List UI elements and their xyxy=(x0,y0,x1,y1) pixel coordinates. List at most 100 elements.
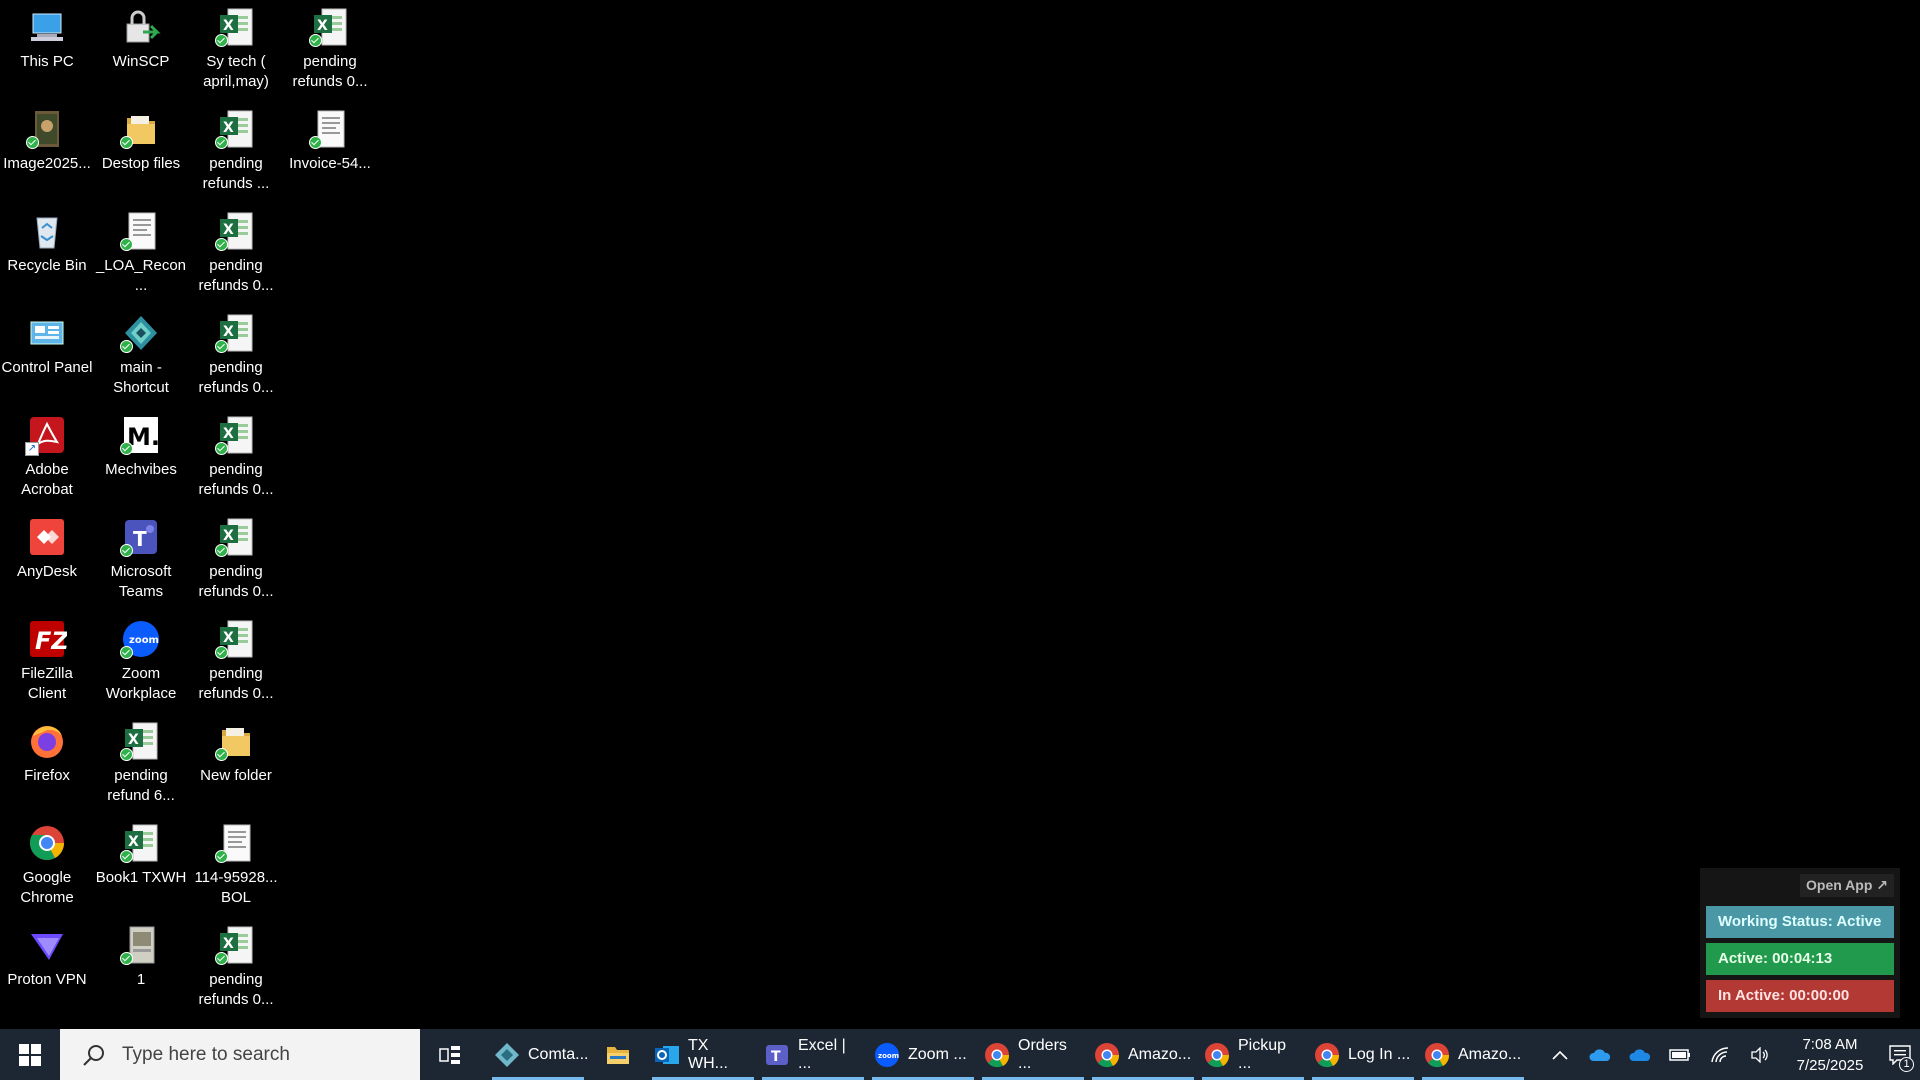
svg-text:X: X xyxy=(223,222,234,238)
taskbar-app-chrome-orders[interactable]: Orders ... xyxy=(978,1029,1088,1080)
desktop-icon-image2025[interactable]: Image2025... xyxy=(0,102,94,202)
show-hidden-icons-button[interactable] xyxy=(1540,1029,1580,1080)
task-view-button[interactable] xyxy=(420,1029,480,1080)
desktop-icon-pending-refunds-0[interactable]: X pending refunds 0... xyxy=(189,612,283,712)
desktop-icon-firefox[interactable]: Firefox xyxy=(0,714,94,814)
action-center-button[interactable]: 1 xyxy=(1880,1029,1920,1080)
sync-check-icon xyxy=(215,850,228,863)
taskbar-app-chrome-amazon-2[interactable]: Amazo... xyxy=(1418,1029,1528,1080)
sync-check-icon xyxy=(215,238,228,251)
open-app-button[interactable]: Open App ↗ xyxy=(1800,874,1894,897)
desktop-icon-pending-refunds-0[interactable]: X pending refunds 0... xyxy=(189,918,283,1018)
desktop-icon-adobe-acrobat[interactable]: ↗ Adobe Acrobat xyxy=(0,408,94,508)
taskbar-app-file-explorer[interactable] xyxy=(588,1029,648,1080)
desktop-icon-pending-refunds-0[interactable]: X pending refunds 0... xyxy=(189,408,283,508)
desktop-icon-google-chrome[interactable]: Google Chrome xyxy=(0,816,94,916)
sync-check-icon xyxy=(215,748,228,761)
inactive-timer-badge: In Active: 00:00:00 xyxy=(1706,980,1894,1012)
desktop-icon-label: Adobe Acrobat xyxy=(21,461,73,498)
chevron-up-icon xyxy=(1552,1050,1568,1060)
sync-check-icon xyxy=(215,952,228,965)
windows-logo-icon xyxy=(19,1043,41,1066)
desktop-icon-pending-refunds-0[interactable]: X pending refunds 0... xyxy=(189,204,283,304)
sync-check-icon xyxy=(120,646,133,659)
taskbar-app-zoom[interactable]: zoom Zoom ... xyxy=(868,1029,978,1080)
onedrive-business-button[interactable] xyxy=(1620,1029,1660,1080)
desktop-icon-mechvibes[interactable]: M. Mechvibes xyxy=(94,408,188,508)
svg-text:zoom: zoom xyxy=(878,1052,899,1060)
clock[interactable]: 7:08 AM 7/25/2025 xyxy=(1780,1034,1880,1076)
desktop-icon-this-pc[interactable]: This PC xyxy=(0,0,94,100)
image-file-icon xyxy=(120,924,161,966)
desktop-icon-invoice-54[interactable]: Invoice-54... xyxy=(283,102,377,202)
sync-check-icon xyxy=(215,34,228,47)
sync-check-icon xyxy=(120,850,133,863)
desktop-icon-label: 114-95928... BOL xyxy=(194,869,278,906)
desktop-icon-zoom-workplace[interactable]: zoom Zoom Workplace xyxy=(94,612,188,712)
taskbar: Type here to search Comta... TX WH... T … xyxy=(0,1029,1920,1080)
desktop-icon-anydesk[interactable]: AnyDesk xyxy=(0,510,94,610)
desktop-icon-destop-files[interactable]: Destop files xyxy=(94,102,188,202)
volume-button[interactable] xyxy=(1740,1029,1780,1080)
desktop-icon-proton-vpn[interactable]: Proton VPN xyxy=(0,918,94,1018)
excel-file-icon: X xyxy=(309,6,350,48)
desktop-icon-pending-refunds[interactable]: X pending refunds ... xyxy=(189,102,283,202)
desktop-icon-114-95928-bol[interactable]: 114-95928... BOL xyxy=(189,816,283,916)
taskbar-app-chrome-amazon[interactable]: Amazo... xyxy=(1088,1029,1198,1080)
taskbar-app-chrome-pickup[interactable]: Pickup ... xyxy=(1198,1029,1308,1080)
desktop-icon-label: Invoice-54... xyxy=(289,155,371,172)
desktop-icon-control-panel[interactable]: Control Panel xyxy=(0,306,94,406)
desktop-icon-label: Destop files xyxy=(101,155,181,172)
taskbar-app-excel-teams[interactable]: T Excel | ... xyxy=(758,1029,868,1080)
wifi-icon xyxy=(1711,1046,1729,1062)
chrome-icon xyxy=(1425,1042,1450,1067)
desktop-icon-pending-refunds-0[interactable]: X pending refunds 0... xyxy=(283,0,377,100)
mechvibes-icon: M. xyxy=(120,414,161,456)
start-button[interactable] xyxy=(0,1029,60,1080)
taskbar-app-label: Log In ... xyxy=(1348,1045,1411,1063)
desktop-icon-new-folder[interactable]: New folder xyxy=(189,714,283,814)
desktop-icon-recycle-bin[interactable]: Recycle Bin xyxy=(0,204,94,304)
taskbar-search-box[interactable]: Type here to search xyxy=(60,1029,420,1080)
desktop-icon-microsoft-teams[interactable]: T Microsoft Teams xyxy=(94,510,188,610)
chrome-icon xyxy=(1095,1042,1120,1067)
svg-text:X: X xyxy=(317,18,328,34)
desktop-icon-1[interactable]: 1 xyxy=(94,918,188,1018)
outlook-icon xyxy=(655,1045,679,1064)
desktop-icon-label: Microsoft Teams xyxy=(110,563,172,600)
document-icon xyxy=(215,822,256,864)
folder-icon xyxy=(120,108,161,150)
onedrive-icon xyxy=(1629,1048,1651,1061)
desktop-icon-pending-refund-6[interactable]: X pending refund 6... xyxy=(94,714,188,814)
sync-check-icon xyxy=(26,136,39,149)
sync-check-icon xyxy=(215,136,228,149)
desktop-icon-label: Zoom Workplace xyxy=(105,665,177,702)
excel-file-icon: X xyxy=(215,312,256,354)
desktop-icon-loa-recon[interactable]: _LOA_Recon... xyxy=(94,204,188,304)
taskbar-app-comta[interactable]: Comta... xyxy=(488,1029,588,1080)
sync-check-icon xyxy=(215,340,228,353)
desktop-icon-pending-refunds-0[interactable]: X pending refunds 0... xyxy=(189,510,283,610)
desktop: This PC Image2025... Recycle Bin Control… xyxy=(0,0,1920,1029)
onedrive-button[interactable] xyxy=(1580,1029,1620,1080)
desktop-icon-label: 1 xyxy=(136,971,146,988)
desktop-icon-label: Sy tech ( april,may) xyxy=(203,53,269,90)
desktop-icon-book1-txwh[interactable]: X Book1 TXWH xyxy=(94,816,188,916)
filezilla-icon: FZ xyxy=(27,618,67,660)
desktop-icon-pending-refunds-0[interactable]: X pending refunds 0... xyxy=(189,306,283,406)
taskbar-app-chrome-login[interactable]: Log In ... xyxy=(1308,1029,1418,1080)
battery-button[interactable] xyxy=(1660,1029,1700,1080)
excel-file-icon: X xyxy=(120,822,161,864)
desktop-icon-winscp[interactable]: WinSCP xyxy=(94,0,188,100)
taskbar-app-label: Amazo... xyxy=(1458,1045,1522,1063)
desktop-icon-label: Proton VPN xyxy=(7,971,87,988)
network-button[interactable] xyxy=(1700,1029,1740,1080)
clock-date: 7/25/2025 xyxy=(1796,1056,1864,1074)
desktop-icon-filezilla[interactable]: FZ FileZilla Client xyxy=(0,612,94,712)
desktop-icon-label: _LOA_Recon... xyxy=(95,257,187,294)
desktop-icon-sy-tech[interactable]: X Sy tech ( april,may) xyxy=(189,0,283,100)
desktop-icon-main-shortcut[interactable]: main - Shortcut xyxy=(94,306,188,406)
taskbar-app-outlook[interactable]: TX WH... xyxy=(648,1029,758,1080)
chrome-icon xyxy=(1315,1042,1340,1067)
svg-text:X: X xyxy=(128,732,139,748)
